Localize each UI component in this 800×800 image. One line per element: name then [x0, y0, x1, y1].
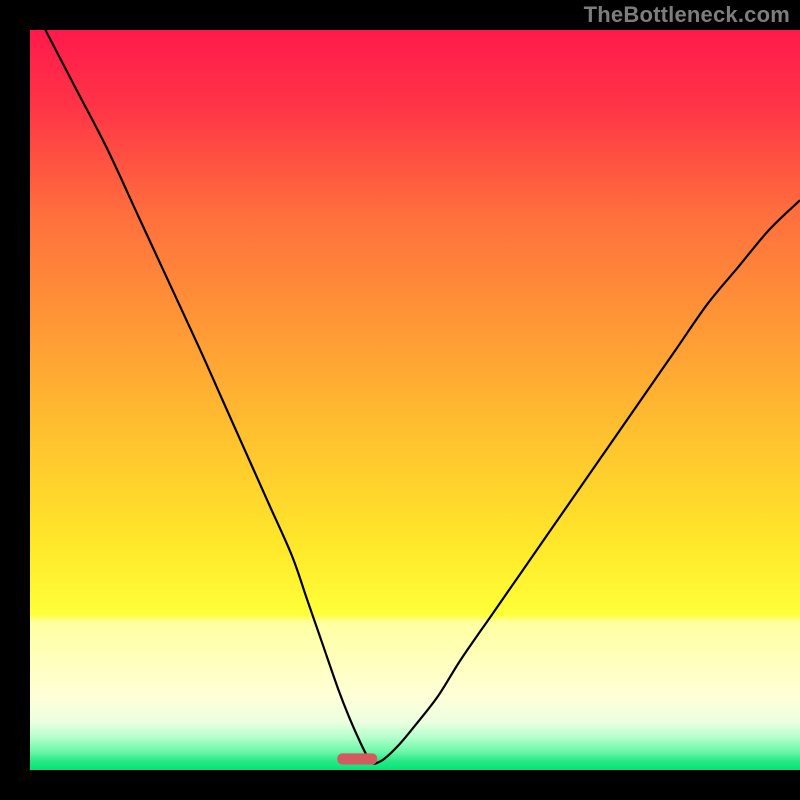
chart-outer-frame: TheBottleneck.com [0, 0, 800, 800]
watermark-text: TheBottleneck.com [584, 2, 790, 28]
target-marker [337, 753, 377, 764]
chart-gradient-background [30, 30, 800, 770]
chart-svg [30, 30, 800, 770]
chart-plot-area [30, 30, 800, 770]
